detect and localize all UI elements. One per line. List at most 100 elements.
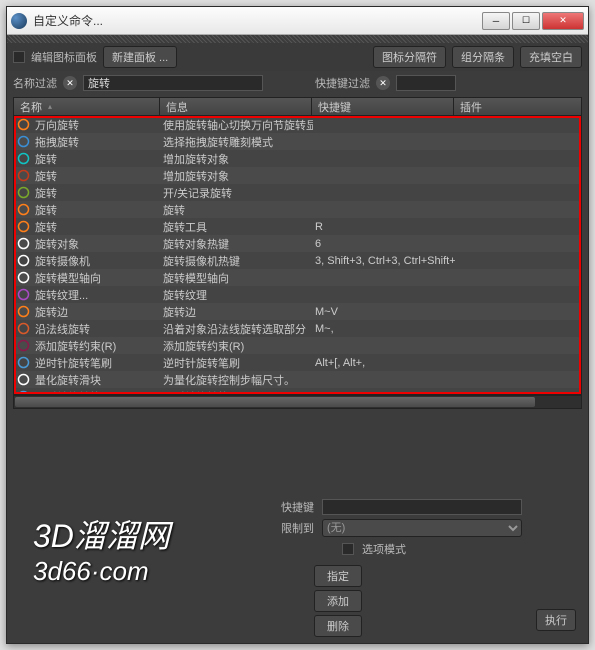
edge-icon <box>16 304 31 319</box>
app-window: 自定义命令... ─ ☐ ✕ 编辑图标面板 新建面板 ... 图标分隔符 组分隔… <box>6 6 589 644</box>
limit-label: 限制到 <box>281 520 314 536</box>
cam-icon <box>16 253 31 268</box>
clear-name-filter-icon[interactable]: ✕ <box>63 76 77 90</box>
table-row[interactable]: 拖拽旋转选择拖拽旋转雕刻模式 <box>14 133 581 150</box>
shortcut-input[interactable] <box>322 499 522 515</box>
cell-name: 逆时针旋转笔刷 <box>33 355 161 371</box>
rot-icon <box>16 202 31 217</box>
cell-key: R <box>313 221 455 233</box>
edit-icon-panel-label: 编辑图标面板 <box>31 49 97 65</box>
h-scrollbar-thumb[interactable] <box>15 397 535 407</box>
table-body[interactable]: 万向旋转使用旋转轴心切换万向节旋转显拖拽旋转选择拖拽旋转雕刻模式旋转增加旋转对象… <box>14 116 581 394</box>
cell-key: 6 <box>313 238 455 250</box>
toolbar: 编辑图标面板 新建面板 ... 图标分隔符 组分隔条 充填空白 <box>7 43 588 71</box>
rec-icon <box>16 185 31 200</box>
assign-button[interactable]: 指定 <box>314 565 362 587</box>
limit-select[interactable]: (无) <box>322 519 522 537</box>
gimbal-icon <box>16 117 31 132</box>
table-row[interactable]: 沿法线旋转沿着对象沿法线旋转选取部分M~, <box>14 320 581 337</box>
cw-icon <box>16 389 31 394</box>
cell-name: 旋转边 <box>33 304 161 320</box>
window-title: 自定义命令... <box>33 12 482 29</box>
execute-button[interactable]: 执行 <box>536 609 576 631</box>
table-row[interactable]: 旋转旋转工具R <box>14 218 581 235</box>
key-filter-label: 快捷键过滤 <box>315 75 370 91</box>
table-row[interactable]: 旋转旋转 <box>14 201 581 218</box>
table-row[interactable]: 顺时针旋转笔刷顺时针旋转笔刷Alt+], Alt+. <box>14 388 581 394</box>
edit-icon-panel-checkbox[interactable] <box>13 51 25 63</box>
option-mode-checkbox[interactable] <box>342 543 354 555</box>
h-scrollbar[interactable] <box>13 395 582 409</box>
table-row[interactable]: 旋转增加旋转对象 <box>14 150 581 167</box>
col-key[interactable]: 快捷键 <box>312 98 454 115</box>
table-row[interactable]: 添加旋转约束(R)添加旋转约束(R) <box>14 337 581 354</box>
cell-info: 逆时针旋转笔刷 <box>161 355 313 371</box>
icon-separator-button[interactable]: 图标分隔符 <box>373 46 446 68</box>
cell-info: 旋转工具 <box>161 219 313 235</box>
cell-name: 旋转 <box>33 202 161 218</box>
cell-name: 旋转对象 <box>33 236 161 252</box>
cell-info: 使用旋转轴心切换万向节旋转显 <box>161 117 313 133</box>
table-row[interactable]: 旋转边旋转边M~V <box>14 303 581 320</box>
cell-name: 沿法线旋转 <box>33 321 161 337</box>
hot-icon <box>16 236 31 251</box>
table-row[interactable]: 旋转纹理...旋转纹理 <box>14 286 581 303</box>
filter-bar: 名称过滤 ✕ 快捷键过滤 ✕ <box>7 71 588 95</box>
name-filter-input[interactable] <box>83 75 263 91</box>
cell-info: 旋转纹理 <box>161 287 313 303</box>
fill-blank-button[interactable]: 充填空白 <box>520 46 582 68</box>
cell-key: Alt+], Alt+. <box>313 391 455 395</box>
bottom-panel: 快捷键 限制到 (无) 选项模式 指定 添加 删除 执行 <box>13 499 582 637</box>
add-button[interactable]: 添加 <box>314 590 362 612</box>
cell-name: 量化旋转滑块 <box>33 372 161 388</box>
maximize-button[interactable]: ☐ <box>512 12 540 30</box>
titlebar[interactable]: 自定义命令... ─ ☐ ✕ <box>7 7 588 35</box>
cell-info: 旋转对象热键 <box>161 236 313 252</box>
cell-info: 增加旋转对象 <box>161 168 313 184</box>
cell-info: 旋转边 <box>161 304 313 320</box>
cell-name: 万向旋转 <box>33 117 161 133</box>
table-row[interactable]: 旋转摄像机旋转摄像机热键3, Shift+3, Ctrl+3, Ctrl+Shi… <box>14 252 581 269</box>
cell-info: 沿着对象沿法线旋转选取部分 <box>161 321 313 337</box>
delete-button[interactable]: 删除 <box>314 615 362 637</box>
table-row[interactable]: 旋转模型轴向旋转模型轴向 <box>14 269 581 286</box>
cell-info: 顺时针旋转笔刷 <box>161 389 313 395</box>
table-row[interactable]: 旋转开/关记录旋转 <box>14 184 581 201</box>
cell-info: 选择拖拽旋转雕刻模式 <box>161 134 313 150</box>
ccw-icon <box>16 355 31 370</box>
option-mode-label: 选项模式 <box>362 541 406 557</box>
table-row[interactable]: 旋转增加旋转对象 <box>14 167 581 184</box>
group-strip-button[interactable]: 组分隔条 <box>452 46 514 68</box>
cell-name: 旋转摄像机 <box>33 253 161 269</box>
col-plugin[interactable]: 插件 <box>454 98 581 115</box>
cell-key: M~, <box>313 323 455 335</box>
table-row[interactable]: 逆时针旋转笔刷逆时针旋转笔刷Alt+[, Alt+, <box>14 354 581 371</box>
name-filter-label: 名称过滤 <box>13 75 57 91</box>
axis-icon <box>16 270 31 285</box>
table-row[interactable]: 万向旋转使用旋转轴心切换万向节旋转显 <box>14 116 581 133</box>
table-row[interactable]: 旋转对象旋转对象热键6 <box>14 235 581 252</box>
new-panel-button[interactable]: 新建面板 ... <box>103 46 177 68</box>
table-header: 名称 信息 快捷键 插件 <box>14 98 581 116</box>
table-row[interactable]: 量化旋转滑块为量化旋转控制步幅尺寸。 <box>14 371 581 388</box>
clear-key-filter-icon[interactable]: ✕ <box>376 76 390 90</box>
cell-name: 旋转 <box>33 185 161 201</box>
cell-key: M~V <box>313 306 455 318</box>
close-button[interactable]: ✕ <box>542 12 584 30</box>
cell-name: 旋转纹理... <box>33 287 161 303</box>
quant-icon <box>16 372 31 387</box>
tex-icon <box>16 287 31 302</box>
command-table: 名称 信息 快捷键 插件 万向旋转使用旋转轴心切换万向节旋转显拖拽旋转选择拖拽旋… <box>13 97 582 395</box>
cell-info: 旋转模型轴向 <box>161 270 313 286</box>
cell-name: 旋转 <box>33 219 161 235</box>
normal-icon <box>16 321 31 336</box>
const-icon <box>16 338 31 353</box>
col-info[interactable]: 信息 <box>160 98 312 115</box>
col-name[interactable]: 名称 <box>14 98 160 115</box>
cell-name: 拖拽旋转 <box>33 134 161 150</box>
minimize-button[interactable]: ─ <box>482 12 510 30</box>
key-filter-input[interactable] <box>396 75 456 91</box>
cell-name: 旋转 <box>33 168 161 184</box>
shortcut-form: 快捷键 限制到 (无) 选项模式 指定 添加 删除 <box>13 499 582 637</box>
cell-key: 3, Shift+3, Ctrl+3, Ctrl+Shift+ <box>313 255 455 267</box>
